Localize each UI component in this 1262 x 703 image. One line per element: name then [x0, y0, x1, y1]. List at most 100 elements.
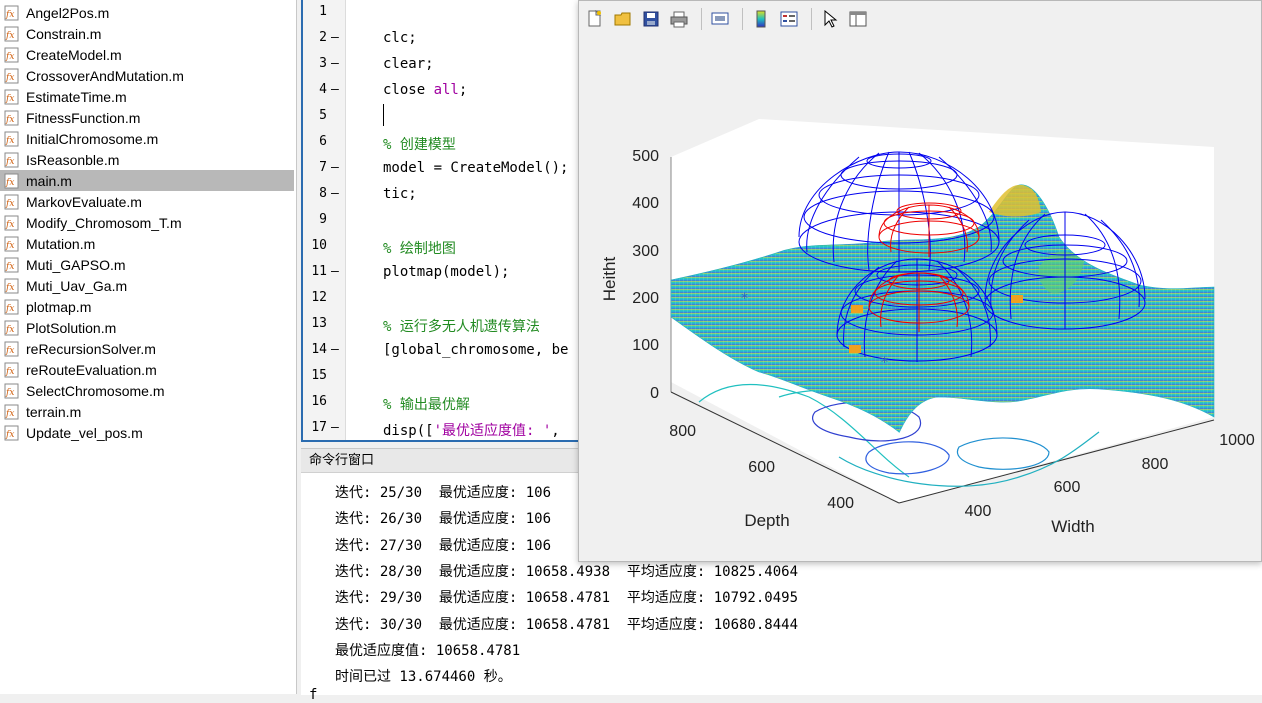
figure-window[interactable]: * * 500 400 300 200 100 0 Heitht 800 600…: [578, 0, 1262, 562]
new-file-icon[interactable]: [583, 7, 607, 31]
property-editor-icon[interactable]: [846, 7, 870, 31]
file-item[interactable]: fx Mutation.m: [0, 233, 294, 254]
breakpoint-marker[interactable]: —: [331, 264, 341, 279]
breakpoint-marker[interactable]: —: [331, 56, 341, 71]
m-file-icon: fx: [4, 299, 19, 314]
line-number: 1: [319, 4, 327, 19]
y-tick-label: 800: [669, 423, 696, 440]
code-line[interactable]: clc;: [383, 30, 417, 46]
svg-text:*: *: [881, 355, 888, 371]
file-item[interactable]: fx reRouteEvaluation.m: [0, 359, 294, 380]
m-file-icon: fx: [4, 425, 19, 440]
breakpoint-marker[interactable]: —: [331, 420, 341, 435]
command-output-line: 迭代: 28/30 最优适应度: 10658.4938 平均适应度: 10825…: [335, 563, 799, 580]
code-text: tic;: [383, 186, 417, 202]
command-output-line: 迭代: 27/30 最优适应度: 106: [335, 537, 552, 554]
breakpoint-marker[interactable]: —: [331, 186, 341, 201]
file-name: Mutation.m: [26, 235, 96, 252]
code-line[interactable]: model = CreateModel();: [383, 160, 568, 176]
pointer-icon[interactable]: [818, 7, 842, 31]
file-item[interactable]: fx EstimateTime.m: [0, 86, 294, 107]
file-item[interactable]: fx Constrain.m: [0, 23, 294, 44]
code-comment: % 运行多无人机遗传算法: [383, 319, 540, 335]
command-output-line: 迭代: 30/30 最优适应度: 10658.4781 平均适应度: 10680…: [335, 616, 799, 633]
colorbar-icon[interactable]: [749, 7, 773, 31]
line-number: 17: [311, 420, 327, 435]
svg-text:fx: fx: [5, 262, 14, 272]
m-file-icon: fx: [4, 5, 19, 20]
link-figure-icon[interactable]: [708, 7, 732, 31]
code-line[interactable]: [global_chromosome, be: [383, 342, 568, 358]
code-line[interactable]: close all;: [383, 82, 467, 98]
file-item[interactable]: fx IsReasonble.m: [0, 149, 294, 170]
code-line[interactable]: clear;: [383, 56, 434, 72]
file-name: main.m: [26, 172, 72, 189]
line-number: 7: [319, 160, 327, 175]
y-tick-label: 400: [827, 495, 854, 512]
breakpoint-marker[interactable]: —: [331, 30, 341, 45]
command-prompt[interactable]: f: [309, 687, 317, 703]
file-browser: fx Angel2Pos.m fx Constrain.m fx CreateModel.…: [0, 0, 297, 694]
file-item[interactable]: fx InitialChromosome.m: [0, 128, 294, 149]
file-item[interactable]: fx Muti_Uav_Ga.m: [0, 275, 294, 296]
file-name: InitialChromosome.m: [26, 130, 159, 147]
code-text: [global_chromosome, be: [383, 342, 569, 358]
line-number: 14: [311, 342, 327, 357]
breakpoint-marker[interactable]: —: [331, 342, 341, 357]
file-item[interactable]: fx PlotSolution.m: [0, 317, 294, 338]
file-item[interactable]: fx MarkovEvaluate.m: [0, 191, 294, 212]
z-tick-label: 400: [632, 195, 659, 212]
command-output-line: 迭代: 29/30 最优适应度: 10658.4781 平均适应度: 10792…: [335, 590, 799, 607]
m-file-icon: fx: [4, 383, 19, 398]
file-item[interactable]: fx main.m: [0, 170, 294, 191]
svg-text:fx: fx: [5, 220, 14, 230]
code-text: model = CreateModel();: [383, 160, 569, 176]
code-text: clc;: [383, 30, 417, 46]
code-comment: % 创建模型: [383, 137, 456, 153]
print-icon[interactable]: [667, 7, 691, 31]
file-item[interactable]: fx reRecursionSolver.m: [0, 338, 294, 359]
save-icon[interactable]: [639, 7, 663, 31]
code-editor[interactable]: 1 2 3 4 5 6 7 8 9 10 11 12 13 14 15 16 17— — — — — — — — clc; cl…: [301, 0, 591, 442]
file-name: FitnessFunction.m: [26, 109, 141, 126]
file-name: SelectChromosome.m: [26, 382, 165, 399]
breakpoint-marker[interactable]: —: [331, 160, 341, 175]
code-line[interactable]: % 输出最优解: [383, 394, 470, 414]
code-line[interactable]: % 绘制地图: [383, 238, 456, 258]
x-tick-label: 800: [1142, 456, 1169, 473]
file-item[interactable]: fx CreateModel.m: [0, 44, 294, 65]
file-item[interactable]: fx CrossoverAndMutation.m: [0, 65, 294, 86]
m-file-icon: fx: [4, 173, 19, 188]
code-line[interactable]: % 运行多无人机遗传算法: [383, 316, 540, 336]
line-number: 15: [311, 368, 327, 383]
file-item[interactable]: fx Modify_Chromosom_T.m: [0, 212, 294, 233]
code-text: ,: [551, 423, 560, 439]
file-item[interactable]: fx FitnessFunction.m: [0, 107, 294, 128]
code-line[interactable]: disp(['最优适应度值: ',: [383, 420, 560, 440]
svg-text:fx: fx: [5, 409, 14, 419]
file-item[interactable]: fx Muti_GAPSO.m: [0, 254, 294, 275]
m-file-icon: fx: [4, 257, 19, 272]
file-item[interactable]: fx plotmap.m: [0, 296, 294, 317]
line-number: 2: [319, 30, 327, 45]
code-line[interactable]: % 创建模型: [383, 134, 456, 154]
file-item[interactable]: fx Update_vel_pos.m: [0, 422, 294, 443]
file-item[interactable]: fx terrain.m: [0, 401, 294, 422]
open-folder-icon[interactable]: [611, 7, 635, 31]
svg-text:fx: fx: [5, 157, 14, 167]
file-name: reRecursionSolver.m: [26, 340, 156, 357]
code-text: close: [383, 82, 434, 98]
svg-text:fx: fx: [5, 367, 14, 377]
file-name: Modify_Chromosom_T.m: [26, 214, 182, 231]
command-output-line: 迭代: 26/30 最优适应度: 106: [335, 511, 552, 528]
z-axis: 500 400 300 200 100 0 Heitht: [600, 148, 659, 402]
file-item[interactable]: fx Angel2Pos.m: [0, 2, 294, 23]
svg-text:*: *: [741, 291, 748, 307]
terrain-plot[interactable]: * * 500 400 300 200 100 0 Heitht 800 600…: [579, 37, 1261, 561]
legend-icon[interactable]: [777, 7, 801, 31]
line-number: 4: [319, 82, 327, 97]
file-item[interactable]: fx SelectChromosome.m: [0, 380, 294, 401]
code-line[interactable]: tic;: [383, 186, 417, 202]
breakpoint-marker[interactable]: —: [331, 82, 341, 97]
code-line[interactable]: plotmap(model);: [383, 264, 509, 280]
